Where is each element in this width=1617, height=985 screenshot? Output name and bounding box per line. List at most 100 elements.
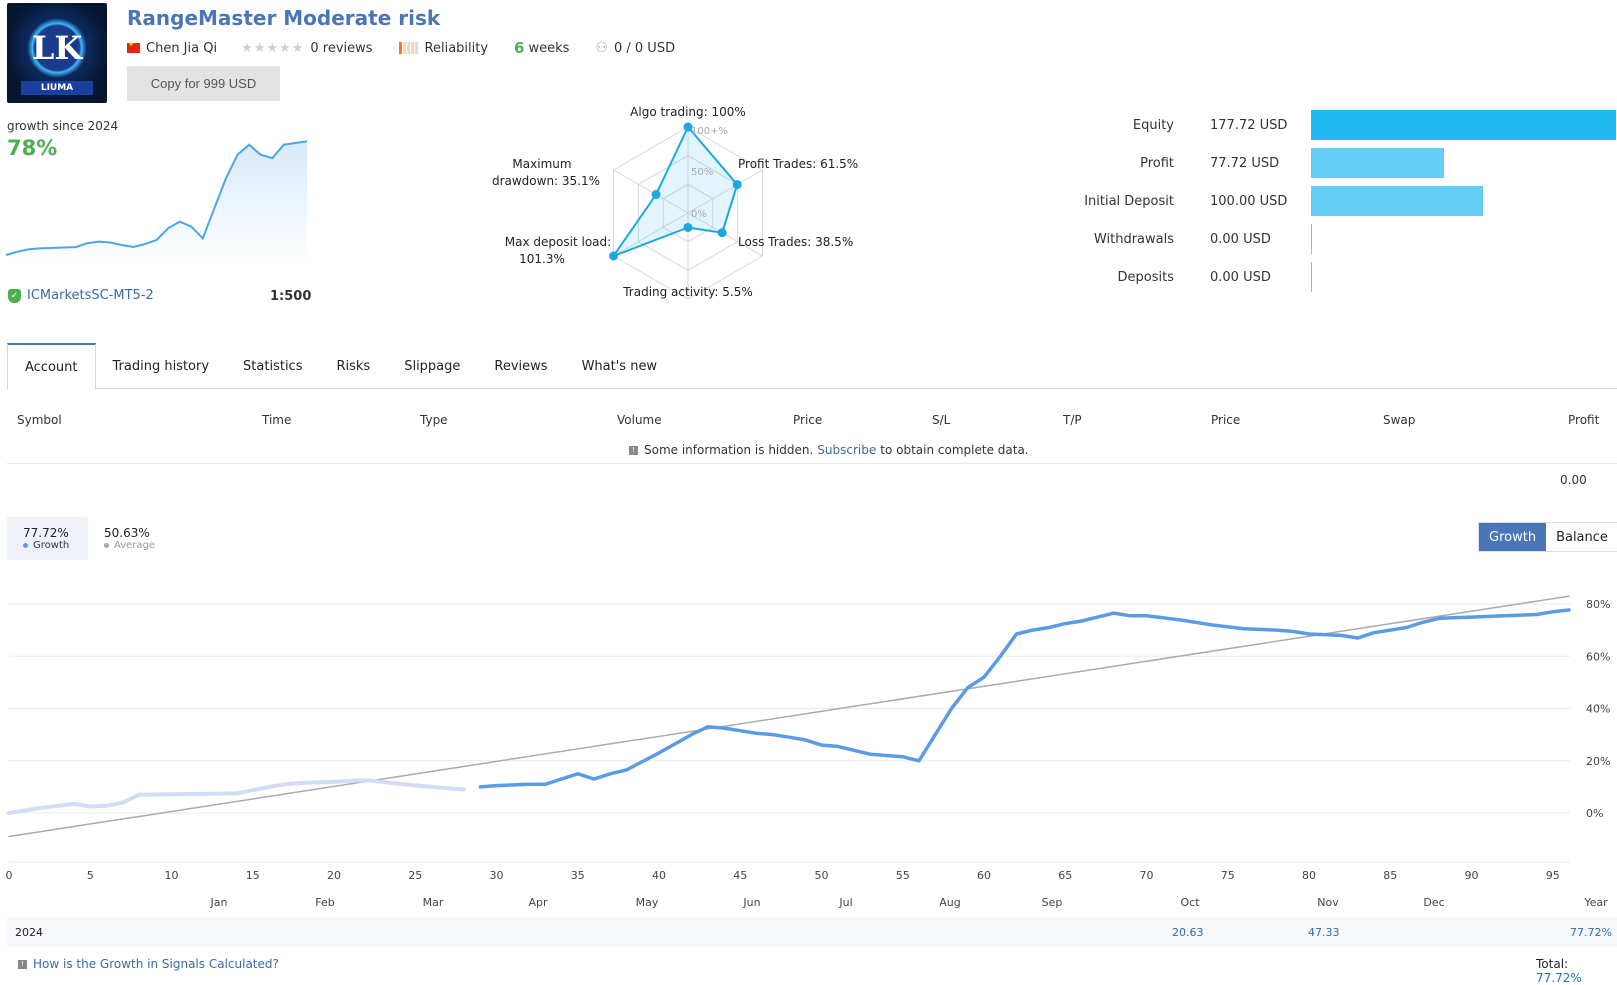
- y-tick-label: 0%: [1586, 807, 1603, 820]
- tab-trading-history[interactable]: Trading history: [96, 343, 227, 389]
- reviews-count[interactable]: 0 reviews: [310, 41, 372, 56]
- column-header-sl[interactable]: S/L: [932, 413, 950, 427]
- radar-scale-label: 100+%: [691, 126, 728, 137]
- balance-bar: [1311, 262, 1312, 292]
- legend-average[interactable]: 50.63% Average: [104, 517, 155, 551]
- balance-row-deposits: Deposits 0.00 USD: [1040, 262, 1617, 292]
- x-tick-label: 10: [165, 869, 179, 882]
- column-header-price[interactable]: Price: [1211, 413, 1240, 427]
- column-header-symbol[interactable]: Symbol: [17, 413, 62, 427]
- mini-chart-area: [6, 141, 307, 265]
- column-header-volume[interactable]: Volume: [617, 413, 662, 427]
- radar-axis-label: Trading activity: 5.5%: [622, 285, 753, 299]
- tab-account[interactable]: Account: [7, 343, 96, 390]
- signal-meta: Chen Jia Qi ★★★★★ 0 reviews Reliability …: [127, 38, 681, 58]
- x-tick-label: 60: [977, 869, 991, 882]
- growth-toggle-button[interactable]: Growth: [1479, 523, 1547, 551]
- radar-point: [683, 222, 693, 232]
- balance-value: 100.00 USD: [1210, 193, 1288, 209]
- column-header-type[interactable]: Type: [420, 413, 448, 427]
- column-header-price[interactable]: Price: [793, 413, 822, 427]
- month-label: May: [636, 896, 659, 909]
- tab-risks[interactable]: Risks: [319, 343, 387, 389]
- reliability-bars-icon: [398, 42, 419, 54]
- y-tick-label: 80%: [1586, 598, 1610, 611]
- column-header-time[interactable]: Time: [262, 413, 291, 427]
- tab-reviews[interactable]: Reviews: [477, 343, 564, 389]
- column-header-tp[interactable]: T/P: [1063, 413, 1082, 427]
- tab-statistics[interactable]: Statistics: [226, 343, 319, 389]
- radar-point: [609, 251, 619, 261]
- x-tick-label: 50: [815, 869, 829, 882]
- y-tick-label: 20%: [1586, 755, 1610, 768]
- copy-signal-button[interactable]: Copy for 999 USD: [127, 66, 280, 101]
- info-icon: !: [18, 959, 27, 969]
- server-name[interactable]: ICMarketsSC-MT5-2: [27, 288, 154, 303]
- radar-value-shape: [610, 125, 739, 259]
- balance-label: Withdrawals: [1093, 231, 1174, 247]
- balance-bar: [1311, 148, 1445, 178]
- hidden-info-suffix: to obtain complete data.: [880, 443, 1029, 457]
- radar-axis-label: Algo trading: 100%: [630, 105, 746, 119]
- y-tick-label: 60%: [1586, 650, 1610, 663]
- rating-stars-icon: ★★★★★: [241, 40, 305, 56]
- growth-total: Total: 77.72%: [1536, 957, 1617, 985]
- series-line-growth-before-signal-start: [7, 778, 466, 815]
- china-flag-icon: [127, 40, 140, 53]
- tab-bar: Account Trading history Statistics Risks Sli…: [7, 343, 1617, 390]
- radar-chart: 100+% 50% 0% Algo trading: 100% Profit Trade…: [492, 105, 858, 300]
- x-tick-label: 30: [490, 869, 504, 882]
- balance-row-withdrawals: Withdrawals 0.00 USD: [1040, 224, 1617, 254]
- signal-title[interactable]: RangeMaster Moderate risk: [127, 6, 440, 30]
- growth-help-text[interactable]: How is the Growth in Signals Calculated?: [33, 957, 279, 971]
- tab-what-s-new[interactable]: What's new: [565, 343, 675, 389]
- month-label: Jun: [742, 896, 760, 909]
- x-tick-label: 85: [1383, 869, 1397, 882]
- balance-value: 0.00 USD: [1210, 269, 1271, 285]
- month-label: Aug: [939, 896, 960, 909]
- month-label: Feb: [315, 896, 334, 909]
- growth-help-link[interactable]: ! How is the Growth in Signals Calculate…: [18, 957, 279, 971]
- month-value-nov: 47.33: [1308, 926, 1340, 939]
- balance-label: Initial Deposit: [1084, 193, 1174, 209]
- tab-slippage[interactable]: Slippage: [387, 343, 477, 389]
- x-tick-label: 40: [652, 869, 666, 882]
- balance-label: Deposits: [1117, 269, 1174, 285]
- x-tick-label: 35: [571, 869, 585, 882]
- balance-toggle-button[interactable]: Balance: [1546, 523, 1617, 551]
- reliability-label: Reliability: [424, 40, 489, 56]
- radar-point: [732, 180, 742, 190]
- weeks-count: 6: [514, 39, 525, 57]
- x-tick-label: 55: [896, 869, 910, 882]
- average-dot-icon: [104, 543, 109, 548]
- hidden-info-text: Some information is hidden.: [644, 443, 814, 457]
- info-icon: !: [629, 445, 638, 455]
- x-tick-label: 15: [246, 869, 260, 882]
- x-tick-label: 80: [1302, 869, 1316, 882]
- balance-row-initial-deposit: Initial Deposit 100.00 USD: [1040, 186, 1617, 216]
- radar-scale-label: 0%: [691, 209, 707, 220]
- month-label: Oct: [1180, 896, 1200, 909]
- subscribers-value: 0 / 0 USD: [613, 40, 676, 56]
- mini-growth-chart: [6, 140, 308, 265]
- total-profit: 0.00: [1560, 473, 1587, 487]
- legend-growth-value: 77.72%: [23, 526, 69, 540]
- x-tick-label: 70: [1140, 869, 1154, 882]
- balance-row-equity: Equity 177.72 USD: [1040, 110, 1617, 140]
- x-tick-label: 0: [6, 869, 13, 882]
- x-tick-label: 90: [1465, 869, 1479, 882]
- balance-label: Profit: [1140, 155, 1174, 171]
- author-name[interactable]: Chen Jia Qi: [146, 41, 217, 56]
- subscribe-link[interactable]: Subscribe: [817, 443, 876, 457]
- hidden-info-notice: ! Some information is hidden. Subscribe …: [629, 443, 1029, 457]
- radar-axis-label: 101.3%: [519, 252, 565, 266]
- legend-growth[interactable]: 77.72% Growth: [7, 517, 88, 560]
- broker-server[interactable]: ✓ ICMarketsSC-MT5-2: [8, 288, 154, 303]
- logo-ribbon: LIUMA: [21, 81, 93, 95]
- column-header-swap[interactable]: Swap: [1383, 413, 1415, 427]
- verified-shield-icon: ✓: [8, 288, 21, 303]
- radar-point: [651, 190, 661, 200]
- month-label: Apr: [528, 896, 548, 909]
- column-header-profit[interactable]: Profit: [1568, 413, 1599, 427]
- radar-axis-label: Loss Trades: 38.5%: [738, 235, 853, 249]
